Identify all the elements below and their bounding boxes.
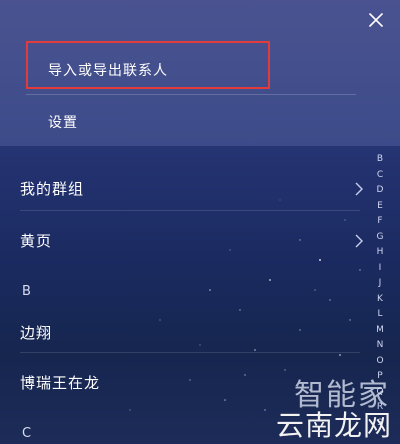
index-letter[interactable]: C <box>377 168 383 184</box>
close-icon <box>369 13 383 27</box>
index-letter[interactable]: J <box>379 276 382 292</box>
index-letter[interactable]: E <box>377 199 383 215</box>
list-item-my-groups[interactable]: 我的群组 <box>20 178 84 199</box>
contact-row[interactable]: 博瑞王在龙 <box>20 372 100 393</box>
index-letter[interactable]: D <box>377 183 384 199</box>
index-letter[interactable]: B <box>377 152 383 168</box>
index-letter[interactable]: G <box>377 230 384 246</box>
menu-item-settings[interactable]: 设置 <box>48 112 78 132</box>
overflow-menu-panel: 导入或导出联系人 设置 <box>0 0 400 146</box>
menu-divider <box>26 94 356 95</box>
contact-row[interactable]: 边翔 <box>20 322 52 343</box>
close-button[interactable] <box>364 8 388 32</box>
index-letter[interactable]: F <box>377 214 382 230</box>
index-letter[interactable]: L <box>377 307 382 323</box>
index-letter[interactable]: M <box>376 323 384 339</box>
index-letter[interactable]: H <box>377 245 384 261</box>
chevron-right-icon <box>355 182 363 196</box>
section-header-b: B <box>22 284 31 299</box>
watermark-site: 云南龙网 <box>275 409 392 442</box>
menu-item-import-export[interactable]: 导入或导出联系人 <box>48 60 168 80</box>
index-letter[interactable]: N <box>377 338 384 354</box>
index-letter[interactable]: K <box>377 292 383 308</box>
index-letter[interactable]: O <box>376 354 383 370</box>
list-divider <box>20 210 360 211</box>
list-divider <box>20 352 360 353</box>
section-header-c: C <box>22 426 32 441</box>
chevron-right-icon <box>355 234 363 248</box>
index-letter[interactable]: I <box>379 261 382 277</box>
list-item-yellow-pages[interactable]: 黄页 <box>20 230 52 251</box>
